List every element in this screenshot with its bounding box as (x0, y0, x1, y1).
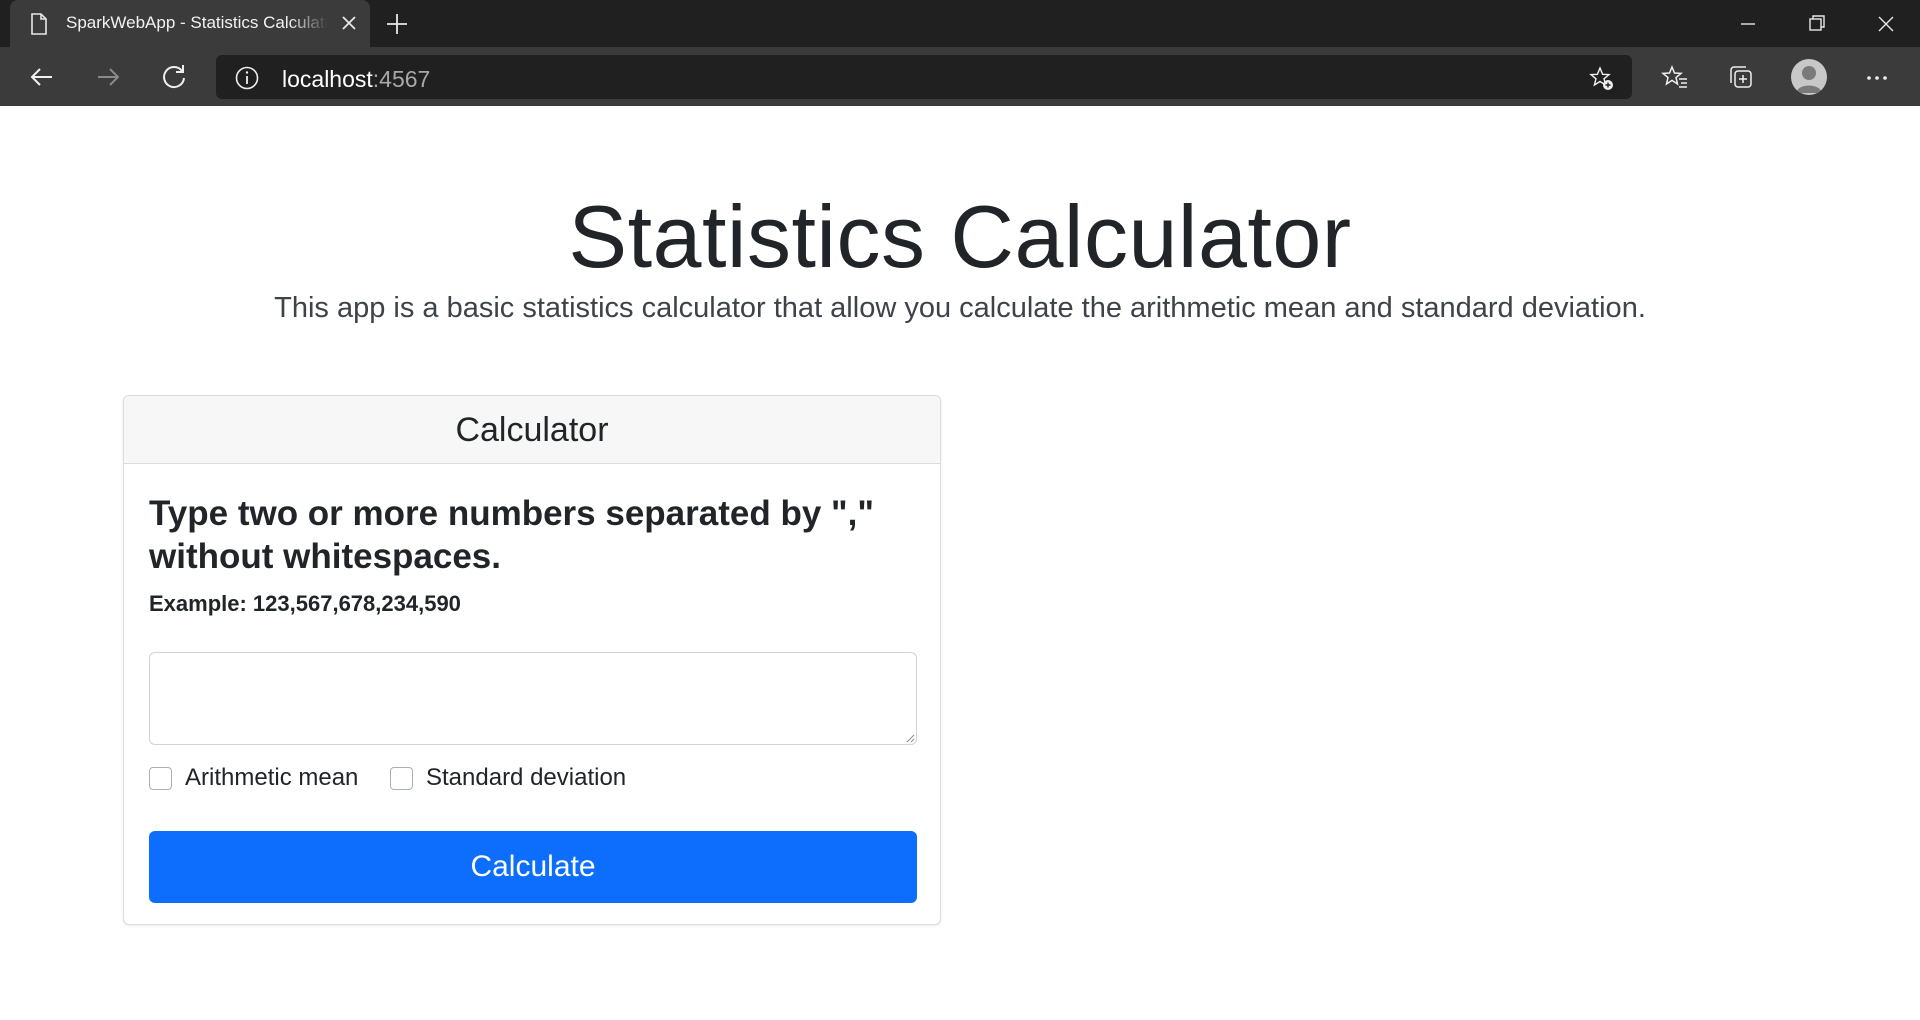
reload-icon[interactable] (156, 59, 192, 95)
minimize-icon[interactable] (1734, 10, 1762, 38)
url-port: :4567 (372, 66, 431, 92)
url-host: localhost (282, 66, 373, 92)
restore-icon[interactable] (1803, 10, 1831, 38)
page-title: Statistics Calculator (568, 187, 1352, 286)
tab-strip: SparkWebApp - Statistics Calculator (0, 0, 1920, 47)
calculator-card: Calculator Type two or more numbers sepa… (123, 395, 941, 925)
url-text: localhost:4567 (282, 66, 430, 93)
close-tab-icon[interactable] (339, 13, 359, 33)
card-header: Calculator (124, 396, 940, 464)
instructions-heading: Type two or more numbers separated by ",… (149, 494, 874, 576)
more-menu-icon[interactable] (1862, 63, 1892, 93)
info-icon[interactable] (234, 65, 260, 91)
forward-arrow-icon[interactable] (90, 59, 126, 95)
browser-tab[interactable]: SparkWebApp - Statistics Calculator (10, 0, 370, 47)
add-favorite-icon[interactable] (1588, 65, 1616, 93)
new-tab-icon[interactable] (382, 9, 412, 39)
arithmetic-mean-label: Arithmetic mean (185, 764, 359, 791)
resize-grip-icon[interactable] (905, 733, 915, 743)
favorites-icon[interactable] (1660, 63, 1690, 93)
back-arrow-icon[interactable] (24, 59, 60, 95)
address-bar[interactable]: localhost:4567 (216, 55, 1632, 99)
window-close-icon[interactable] (1872, 10, 1900, 38)
calculate-button[interactable]: Calculate (149, 831, 917, 903)
numbers-input[interactable] (149, 652, 917, 745)
standard-deviation-checkbox[interactable] (390, 766, 413, 790)
example-text: Example: 123,567,678,234,590 (149, 591, 461, 616)
arithmetic-mean-checkbox[interactable] (149, 766, 172, 790)
arithmetic-mean-option[interactable]: Arithmetic mean (149, 763, 358, 793)
user-icon (1796, 66, 1822, 93)
collections-icon[interactable] (1726, 63, 1756, 93)
standard-deviation-option[interactable]: Standard deviation (390, 763, 626, 793)
page-lead: This app is a basic statistics calculato… (274, 292, 1646, 324)
browser-toolbar: localhost:4567 (0, 47, 1920, 106)
tab-title: SparkWebApp - Statistics Calculator (66, 13, 328, 32)
profile-avatar[interactable] (1791, 59, 1827, 95)
standard-deviation-label: Standard deviation (426, 764, 627, 791)
page-content: Statistics Calculator This app is a basi… (0, 106, 1920, 1020)
page-icon (31, 13, 47, 35)
